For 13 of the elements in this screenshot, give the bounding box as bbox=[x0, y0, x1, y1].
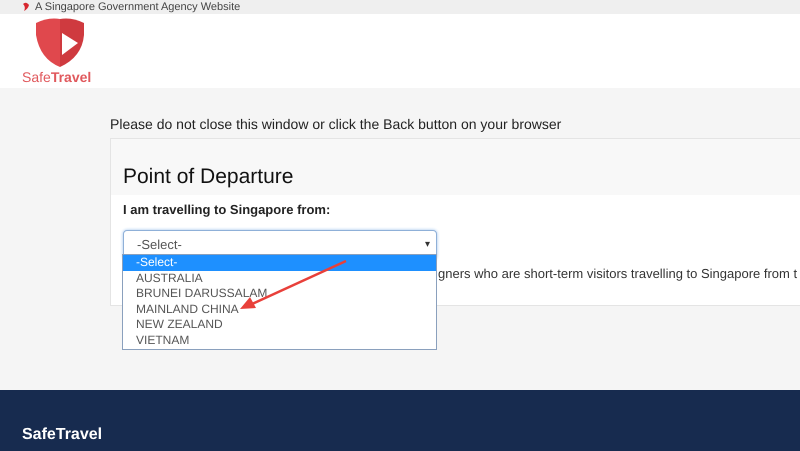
logo-text[interactable]: SafeTravel bbox=[22, 70, 800, 85]
dropdown-option[interactable]: NEW ZEALAND bbox=[123, 317, 436, 333]
dropdown-option[interactable]: BRUNEI DARUSSALAM bbox=[123, 286, 436, 302]
government-banner-text: A Singapore Government Agency Website bbox=[35, 2, 240, 12]
notice-text: Please do not close this window or click the Back button on your browser bbox=[110, 115, 562, 134]
footer-brand[interactable]: SafeTravel bbox=[22, 423, 102, 447]
dropdown-option[interactable]: VIETNAM bbox=[123, 332, 436, 349]
dropdown-option[interactable]: AUSTRALIA bbox=[123, 270, 436, 286]
card-title: Point of Departure bbox=[123, 164, 294, 189]
dropdown-option[interactable]: MAINLAND CHINA bbox=[123, 302, 436, 318]
field-label: I am travelling to Singapore from: bbox=[123, 201, 332, 219]
lion-icon bbox=[22, 2, 30, 12]
info-text: gners who are short-term visitors travelling to Singapore from t bbox=[438, 265, 798, 283]
